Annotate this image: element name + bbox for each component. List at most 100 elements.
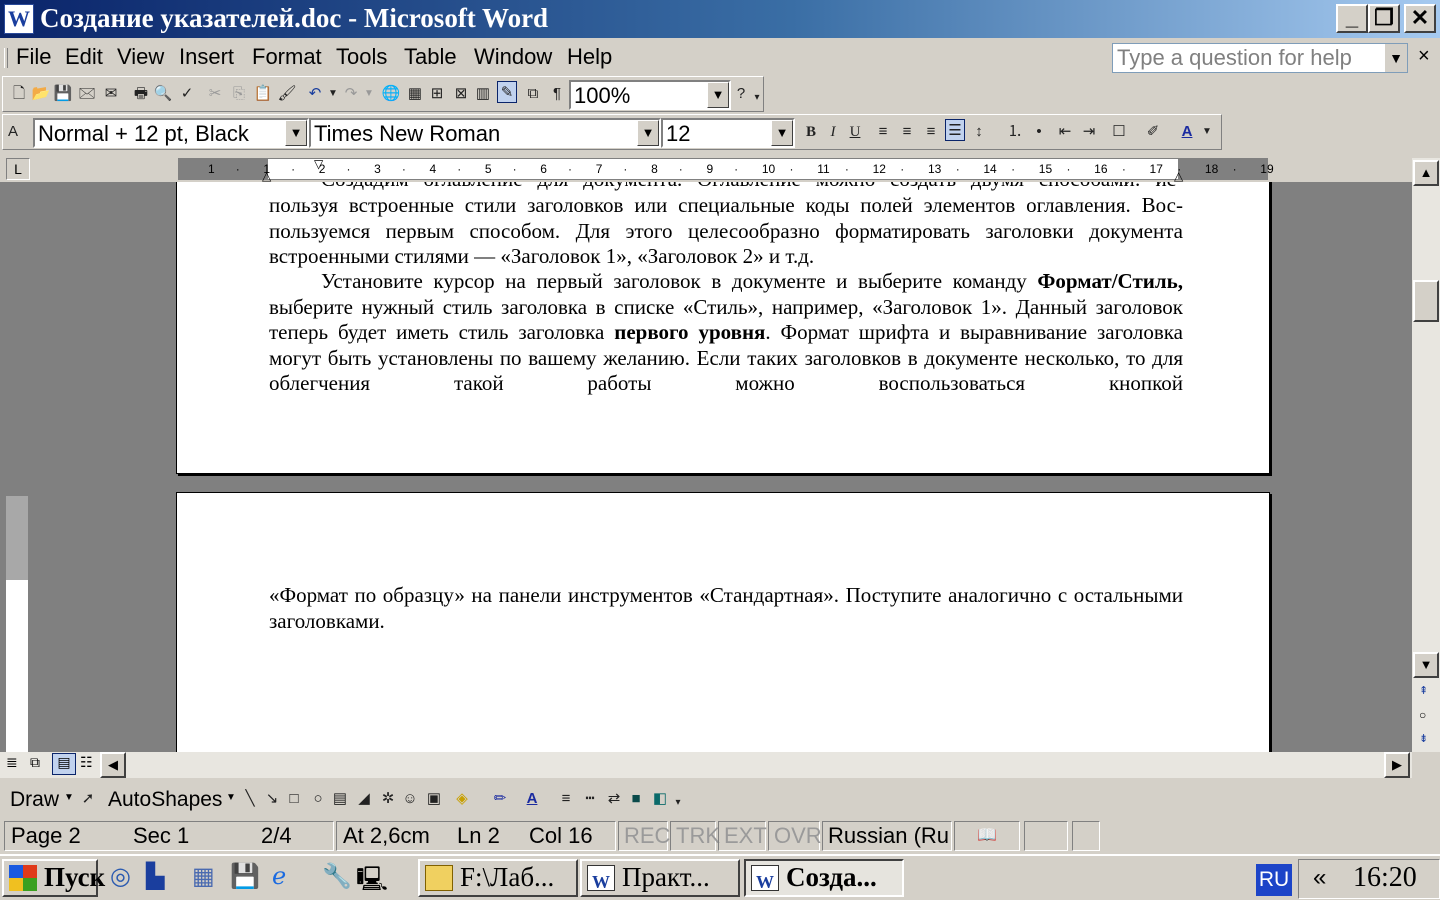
font-dropdown-icon[interactable]: ▼ bbox=[637, 120, 659, 146]
line-icon[interactable]: ╲ bbox=[240, 788, 260, 810]
format-painter-icon[interactable]: 🖌 bbox=[277, 83, 297, 105]
document-map-icon[interactable]: ⧉ bbox=[523, 83, 543, 105]
undo-dropdown-icon[interactable]: ▼ bbox=[323, 83, 343, 105]
line-color-icon[interactable]: ✏ bbox=[490, 788, 510, 810]
draw-dropdown-icon[interactable]: ▼ bbox=[64, 792, 74, 803]
menu-tools[interactable]: Tools bbox=[336, 44, 387, 70]
insert-excel-icon[interactable]: ⊠ bbox=[451, 83, 471, 105]
minimize-button[interactable]: _ bbox=[1336, 4, 1368, 33]
insert-picture-icon[interactable]: ▣ bbox=[424, 788, 444, 810]
draw-menu[interactable]: Draw bbox=[10, 788, 59, 812]
new-document-icon[interactable]: 🗋 bbox=[9, 83, 29, 105]
zoom-dropdown-icon[interactable]: ▼ bbox=[707, 82, 729, 108]
spelling-status-icon[interactable]: 📖 bbox=[954, 821, 1020, 851]
tools-quicklaunch-icon[interactable]: 🔧 bbox=[322, 862, 352, 891]
insert-table-icon[interactable]: ⊞ bbox=[427, 83, 447, 105]
font-size-dropdown-icon[interactable]: ▼ bbox=[771, 120, 793, 146]
decrease-indent-icon[interactable]: ⇤ bbox=[1055, 121, 1075, 143]
draw-toolbar-options-icon[interactable]: ▾ bbox=[672, 792, 684, 814]
web-layout-icon[interactable]: ⧉ bbox=[30, 754, 40, 771]
drawing-icon[interactable]: ✎ bbox=[497, 81, 517, 103]
italic-button[interactable]: I bbox=[823, 121, 843, 143]
menu-edit[interactable]: Edit bbox=[65, 44, 103, 70]
style-dropdown-icon[interactable]: ▼ bbox=[285, 120, 307, 146]
autoshapes-dropdown-icon[interactable]: ▼ bbox=[226, 792, 236, 803]
style-combo[interactable]: Normal + 12 pt, Black ▼ bbox=[33, 118, 309, 148]
scroll-up-icon[interactable]: ▲ bbox=[1413, 160, 1439, 186]
3d-icon[interactable]: ◧ bbox=[650, 788, 670, 810]
undo-icon[interactable]: ↶ bbox=[305, 83, 325, 105]
tables-borders-icon[interactable]: ▦ bbox=[405, 83, 425, 105]
email-icon[interactable]: ✉ bbox=[101, 83, 121, 105]
select-objects-icon[interactable]: ➚ bbox=[78, 788, 98, 810]
title-bar[interactable]: W Создание указателей.doc - Microsoft Wo… bbox=[0, 0, 1440, 38]
horizontal-ruler[interactable]: 1 · 1 · 2 · 3 · 4 · 5 · 6 · 7 · 8 · 9 · 10 · 11 · 12 · 13 · 14 · 15 · 16… bbox=[178, 157, 1274, 183]
align-center-icon[interactable]: ≡ bbox=[897, 121, 917, 143]
arrow-style-icon[interactable]: ⇄ bbox=[604, 788, 624, 810]
menu-help[interactable]: Help bbox=[567, 44, 612, 70]
zoom-combo[interactable]: 100% ▼ bbox=[569, 80, 731, 110]
previous-page-icon[interactable]: ⇞ bbox=[1419, 684, 1428, 697]
hanging-indent-marker[interactable]: △ bbox=[262, 169, 271, 183]
draw-font-color-icon[interactable]: A bbox=[522, 788, 542, 810]
menu-window[interactable]: Window bbox=[474, 44, 552, 70]
spelling-icon[interactable]: ✓ bbox=[177, 83, 197, 105]
align-right-icon[interactable]: ≡ bbox=[921, 121, 941, 143]
page-1[interactable]: Создадим оглавление для документа. Оглав… bbox=[176, 182, 1270, 474]
task-folder[interactable]: F:\Лаб... bbox=[418, 859, 578, 897]
help-close-icon[interactable]: × bbox=[1418, 45, 1430, 68]
autoshapes-menu[interactable]: AutoShapes bbox=[108, 788, 222, 812]
oval-icon[interactable]: ○ bbox=[308, 788, 328, 810]
status-trk[interactable]: TRK bbox=[670, 821, 720, 851]
diagram-icon[interactable]: ✲ bbox=[378, 788, 398, 810]
first-line-indent-marker[interactable]: ▽ bbox=[314, 157, 323, 171]
calculator-quicklaunch-icon[interactable]: ▦ bbox=[192, 862, 215, 891]
menu-format[interactable]: Format bbox=[252, 44, 322, 70]
save-quicklaunch-icon[interactable]: 💾 bbox=[230, 862, 260, 891]
next-page-icon[interactable]: ⇟ bbox=[1419, 732, 1428, 745]
wordart-icon[interactable]: ◢ bbox=[354, 788, 374, 810]
start-button[interactable]: Пуск bbox=[2, 859, 105, 897]
tray-chevron-icon[interactable]: « bbox=[1313, 864, 1326, 892]
help-question-input[interactable]: Type a question for help ▼ bbox=[1112, 43, 1408, 73]
bullets-icon[interactable]: • bbox=[1029, 121, 1049, 143]
toolbar-options-icon[interactable]: ▾ bbox=[751, 87, 763, 109]
border-icon[interactable]: ☐ bbox=[1109, 121, 1129, 143]
line-spacing-icon[interactable]: ↕ bbox=[969, 121, 989, 143]
outline-view-icon[interactable]: ☷ bbox=[80, 754, 93, 771]
increase-indent-icon[interactable]: ⇥ bbox=[1079, 121, 1099, 143]
help-dropdown-icon[interactable]: ▼ bbox=[1385, 44, 1407, 72]
scroll-thumb[interactable] bbox=[1413, 280, 1439, 322]
styles-formatting-icon[interactable]: A bbox=[5, 121, 21, 143]
menu-view[interactable]: View bbox=[117, 44, 164, 70]
status-rec[interactable]: REC bbox=[618, 821, 670, 851]
font-size-combo[interactable]: 12 ▼ bbox=[661, 118, 795, 148]
status-ext[interactable]: EXT bbox=[718, 821, 767, 851]
menu-insert[interactable]: Insert bbox=[179, 44, 234, 70]
dash-style-icon[interactable]: ┅ bbox=[580, 788, 600, 810]
permission-icon[interactable]: 🖂 bbox=[77, 83, 97, 105]
status-page-section[interactable]: Page 2 Sec 1 2/4 bbox=[4, 821, 334, 851]
task-word-1[interactable]: W Практ... bbox=[580, 859, 740, 897]
show-hide-icon[interactable]: ¶ bbox=[547, 83, 567, 105]
ie-quicklaunch-icon[interactable]: ◎ bbox=[110, 862, 131, 891]
print-icon[interactable]: 🖶 bbox=[131, 83, 151, 105]
font-combo[interactable]: Times New Roman ▼ bbox=[309, 118, 661, 148]
copy-icon[interactable]: ⎘ bbox=[229, 83, 249, 105]
font-color-dropdown-icon[interactable]: ▼ bbox=[1201, 121, 1213, 143]
clip-art-icon[interactable]: ☺ bbox=[400, 788, 420, 810]
restore-button[interactable]: ❐ bbox=[1368, 4, 1400, 33]
page-2[interactable]: «Формат по образцу» на панели инструмент… bbox=[176, 492, 1270, 752]
print-preview-icon[interactable]: 🔍 bbox=[153, 83, 173, 105]
redo-icon[interactable]: ↷ bbox=[341, 83, 361, 105]
font-color-icon[interactable]: A bbox=[1177, 121, 1197, 143]
scroll-down-icon[interactable]: ▼ bbox=[1413, 652, 1439, 678]
scroll-left-icon[interactable]: ◀ bbox=[100, 752, 126, 778]
status-position[interactable]: At 2,6cm Ln 2 Col 16 bbox=[336, 821, 616, 851]
redo-dropdown-icon[interactable]: ▼ bbox=[359, 83, 379, 105]
language-indicator[interactable]: RU bbox=[1256, 864, 1292, 896]
justify-icon[interactable]: ☰ bbox=[945, 119, 965, 141]
vertical-scrollbar[interactable]: ▲ ▼ ⇞ ○ ⇟ bbox=[1412, 158, 1440, 752]
line-style-icon[interactable]: ≡ bbox=[556, 788, 576, 810]
shadow-icon[interactable]: ■ bbox=[626, 788, 646, 810]
